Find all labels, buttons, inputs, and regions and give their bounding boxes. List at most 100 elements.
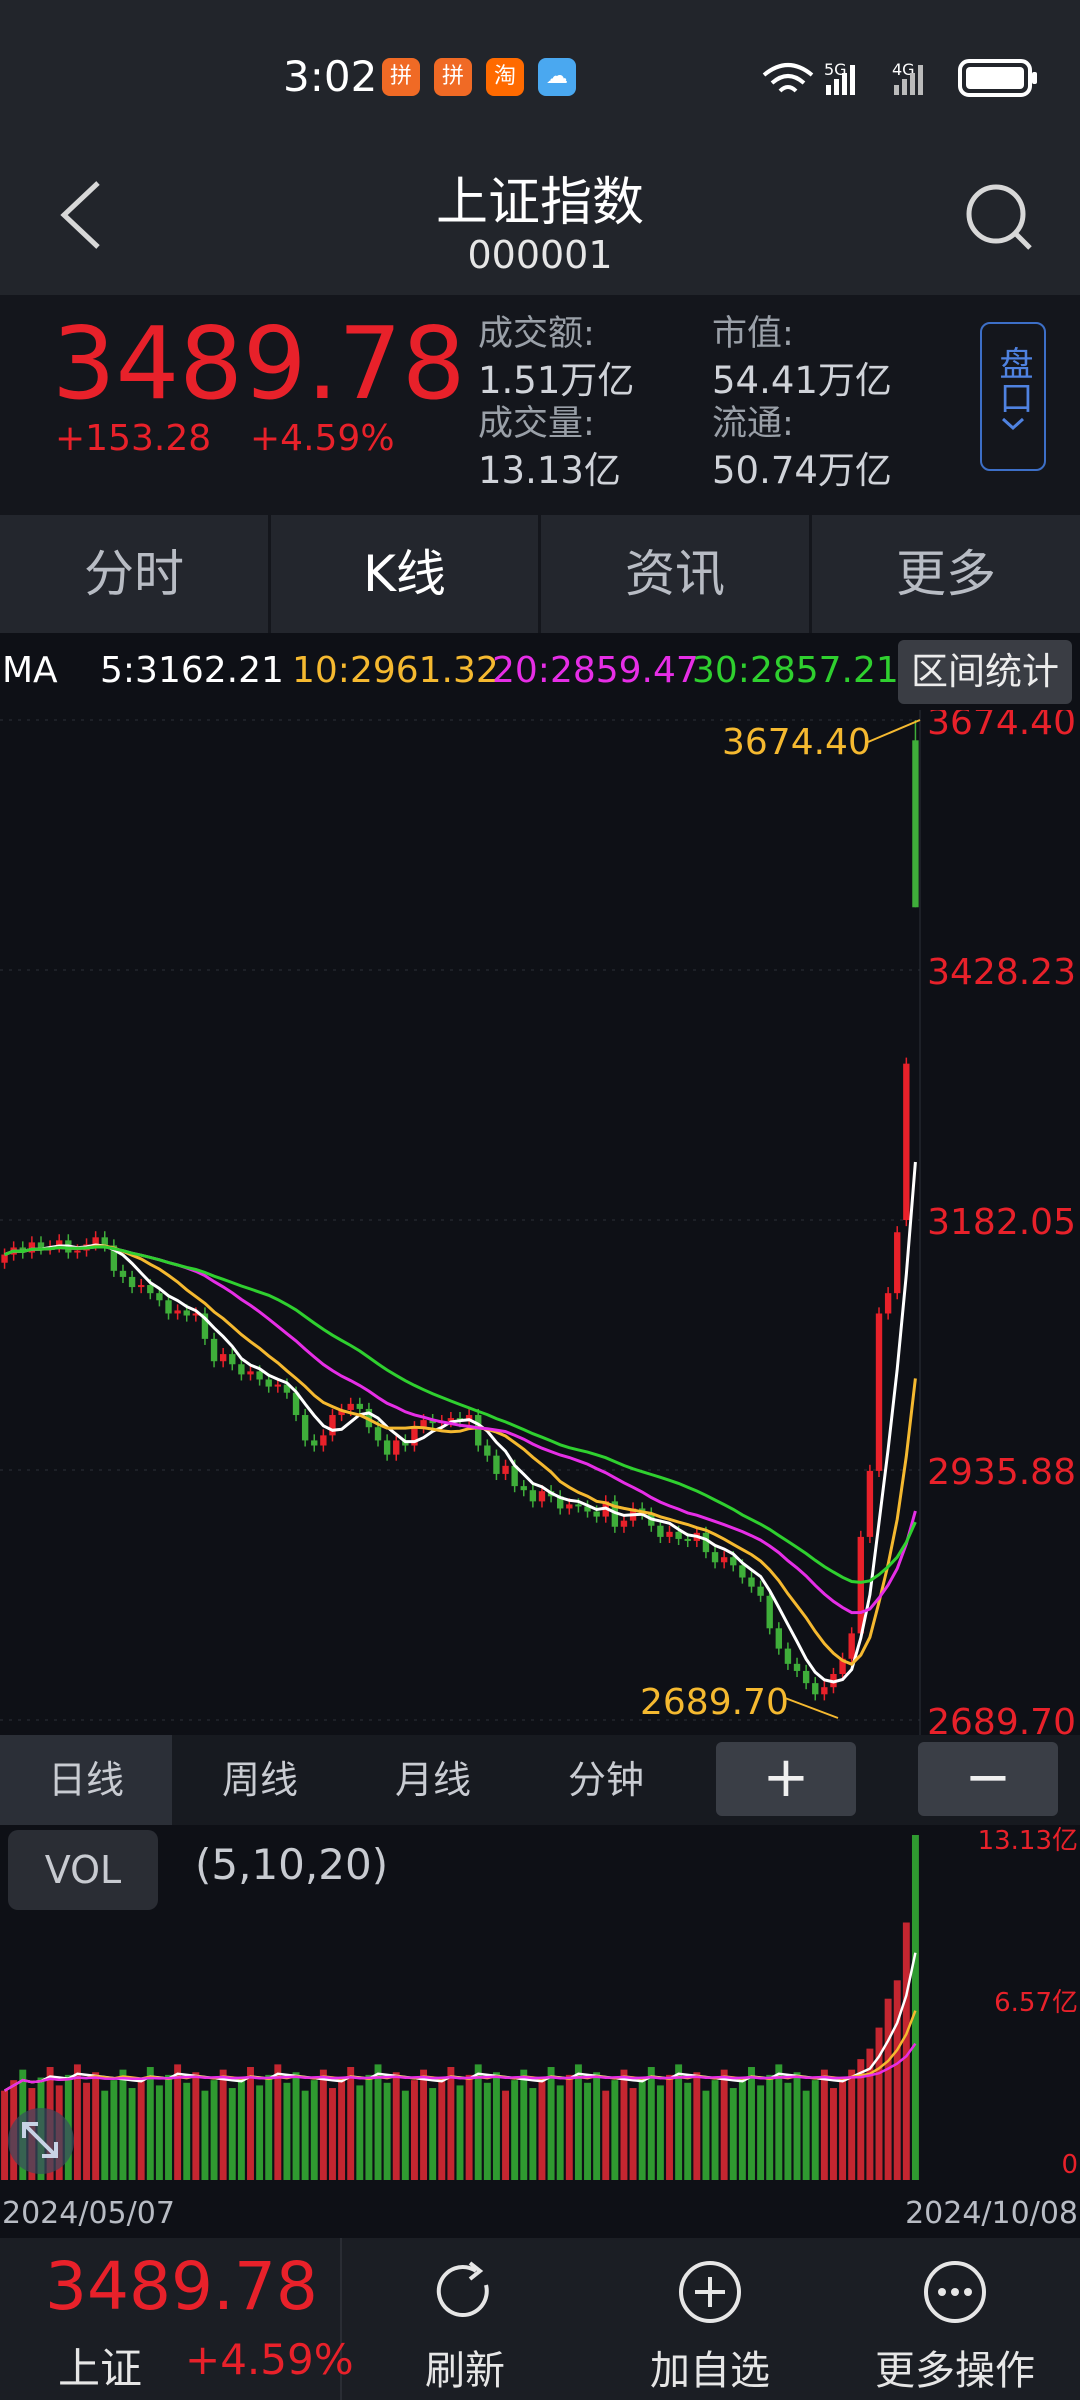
candle (502, 1459, 509, 1481)
pankou-label: 盘口 (993, 346, 1033, 414)
volume-bar (711, 2080, 719, 2180)
chevron-down-icon (1001, 417, 1025, 431)
candle (875, 1307, 883, 1477)
price-change: +153.28 (55, 418, 212, 459)
volume-bar (693, 2072, 701, 2180)
candle (383, 1434, 391, 1461)
range-stats-button[interactable]: 区间统计 (898, 640, 1072, 704)
taobao-icon: 淘 (486, 58, 524, 96)
volume-bar (420, 2069, 428, 2180)
zoom-in-button[interactable]: + (716, 1742, 856, 1816)
pinduoduo-icon: 拼 (382, 58, 420, 96)
volume-label: 成交量: (478, 404, 595, 444)
search-button[interactable] (960, 178, 1040, 258)
fullscreen-button[interactable] (6, 2106, 76, 2176)
low-marker: 2689.70 (640, 1682, 839, 1723)
volume-bar (839, 2077, 847, 2180)
volume-bar (638, 2077, 646, 2180)
candle (757, 1580, 764, 1602)
volume-chart[interactable]: 13.13亿 6.57亿 0 (0, 1825, 1080, 2190)
pinduoduo-icon-2: 拼 (434, 58, 472, 96)
volume-bar (338, 2077, 346, 2180)
candle (793, 1657, 801, 1678)
candle (119, 1264, 127, 1284)
volume-bar (101, 2090, 109, 2180)
candle (329, 1408, 336, 1442)
tab-news[interactable]: 资讯 (541, 515, 809, 633)
candle (912, 720, 919, 908)
ma5-line (4, 1161, 917, 1684)
add-watchlist-label: 加自选 (650, 2348, 770, 2394)
candle (138, 1278, 145, 1294)
current-price: 3489.78 (52, 305, 466, 422)
volume-bar (319, 2069, 327, 2180)
volume-bar (456, 2085, 464, 2180)
battery-icon (958, 59, 1037, 97)
volume-bar (611, 2080, 619, 2180)
add-watchlist-button[interactable]: 加自选 (640, 2245, 780, 2400)
volume-bar (283, 2082, 291, 2180)
volume-bar (811, 2080, 819, 2180)
volume-bar (392, 2072, 400, 2180)
y-tick-label: 3182.05 (927, 1202, 1076, 1243)
volume-bar (374, 2064, 382, 2180)
period-weekly[interactable]: 周线 (175, 1735, 345, 1825)
volume-bar (784, 2082, 792, 2180)
candle (110, 1239, 118, 1277)
market-cap-label: 市值: (712, 314, 794, 354)
candle (802, 1664, 810, 1690)
volume-bar (274, 2064, 282, 2180)
tab-intraday[interactable]: 分时 (0, 515, 268, 633)
candle (493, 1449, 500, 1481)
volume-bar (247, 2067, 254, 2180)
volume-bar (538, 2077, 546, 2180)
candle (28, 1236, 36, 1259)
volume-bar (329, 2088, 336, 2180)
volume-bar (738, 2077, 746, 2180)
volume-bar (210, 2080, 218, 2180)
volume-bar (647, 2067, 655, 2180)
candle (520, 1480, 527, 1497)
candle (529, 1484, 537, 1508)
status-time: 3:02 (283, 52, 378, 101)
high-marker-label: 3674.40 (722, 722, 871, 763)
bottom-change-pct: +4.59% (185, 2335, 354, 2384)
candle (320, 1429, 327, 1452)
candle (201, 1307, 209, 1345)
vol-tick-max: 13.13亿 (978, 1826, 1078, 1856)
volume-bar (620, 2069, 628, 2180)
candle (128, 1270, 136, 1294)
turnover-label: 成交额: (478, 314, 595, 354)
y-axis-labels: 3674.40 3428.23 3182.05 2935.88 2689.70 (927, 710, 1076, 1735)
candle (866, 1464, 874, 1543)
tab-more[interactable]: 更多 (812, 515, 1080, 633)
volume-bar (192, 2072, 200, 2180)
kline-chart[interactable]: 3674.40 3428.23 3182.05 2935.88 2689.70 3674… (0, 710, 1080, 1735)
volume-bar (547, 2067, 555, 2180)
volume-bars (1, 1835, 919, 2180)
pankou-button[interactable]: 盘口 (980, 322, 1046, 471)
vol-tick-mid: 6.57亿 (994, 1988, 1078, 2018)
status-icons: 5G 4G (762, 59, 1037, 97)
volume-bar (629, 2088, 637, 2180)
wifi-icon (762, 63, 814, 93)
period-daily[interactable]: 日线 (0, 1735, 172, 1825)
volume-bar (830, 2088, 837, 2180)
candle (775, 1622, 782, 1655)
refresh-icon (436, 2261, 489, 2318)
float-cap-value: 50.74万亿 (712, 449, 892, 492)
volume-bar (502, 2090, 510, 2180)
period-minute[interactable]: 分钟 (521, 1735, 691, 1825)
zoom-out-button[interactable]: − (918, 1742, 1058, 1816)
end-date: 2024/10/08 (905, 2196, 1078, 2231)
volume-bar (666, 2074, 673, 2180)
volume-bar (702, 2090, 710, 2180)
refresh-button[interactable]: 刷新 (400, 2245, 530, 2400)
volume-bar (474, 2064, 482, 2180)
volume-bar (410, 2080, 418, 2180)
y-tick-label: 2689.70 (927, 1702, 1076, 1735)
ma20-value: 20:2859.47 (492, 650, 699, 691)
tab-kline[interactable]: K线 (271, 515, 538, 633)
more-actions-button[interactable]: 更多操作 (865, 2245, 1045, 2400)
period-monthly[interactable]: 月线 (348, 1735, 518, 1825)
